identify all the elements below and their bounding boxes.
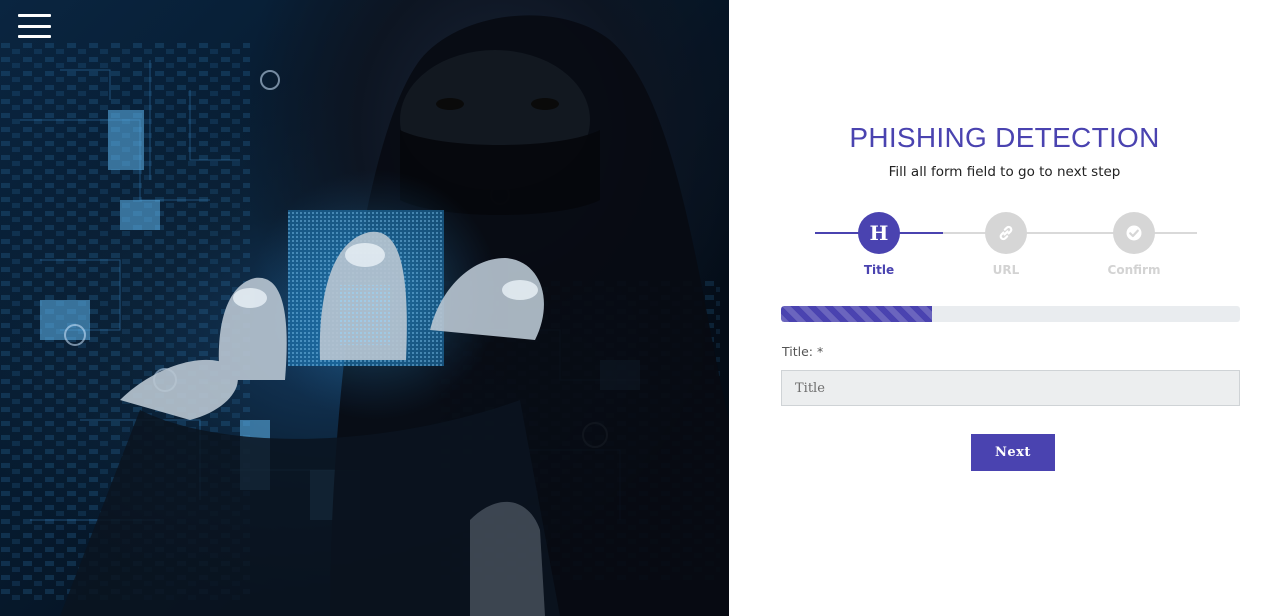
link-icon [999, 225, 1013, 241]
title-field-label: Title: * [782, 344, 824, 359]
menu-bar [18, 24, 51, 28]
hero-image [0, 0, 729, 616]
step-label-url: URL [992, 263, 1020, 277]
progress-stepper: H Title URL Confirm [729, 0, 1280, 300]
stepper-line-pending [943, 232, 1197, 234]
menu-bar [18, 35, 51, 38]
next-button[interactable]: Next [971, 434, 1055, 471]
letter-h-icon: H [869, 221, 889, 245]
check-circle-icon [1126, 225, 1142, 241]
progress-bar-fill [781, 306, 933, 322]
hamburger-menu-icon[interactable] [18, 14, 51, 38]
hacker-illustration [0, 15, 729, 616]
step-url[interactable] [985, 212, 1027, 254]
menu-bar [18, 14, 51, 17]
step-label-title: Title [863, 263, 895, 277]
step-title[interactable]: H [858, 212, 900, 254]
step-label-confirm: Confirm [1107, 263, 1161, 277]
form-panel: PHISHING DETECTION Fill all form field t… [729, 0, 1280, 616]
step-confirm[interactable] [1113, 212, 1155, 254]
progress-bar [781, 306, 1240, 322]
title-input[interactable] [781, 370, 1240, 406]
